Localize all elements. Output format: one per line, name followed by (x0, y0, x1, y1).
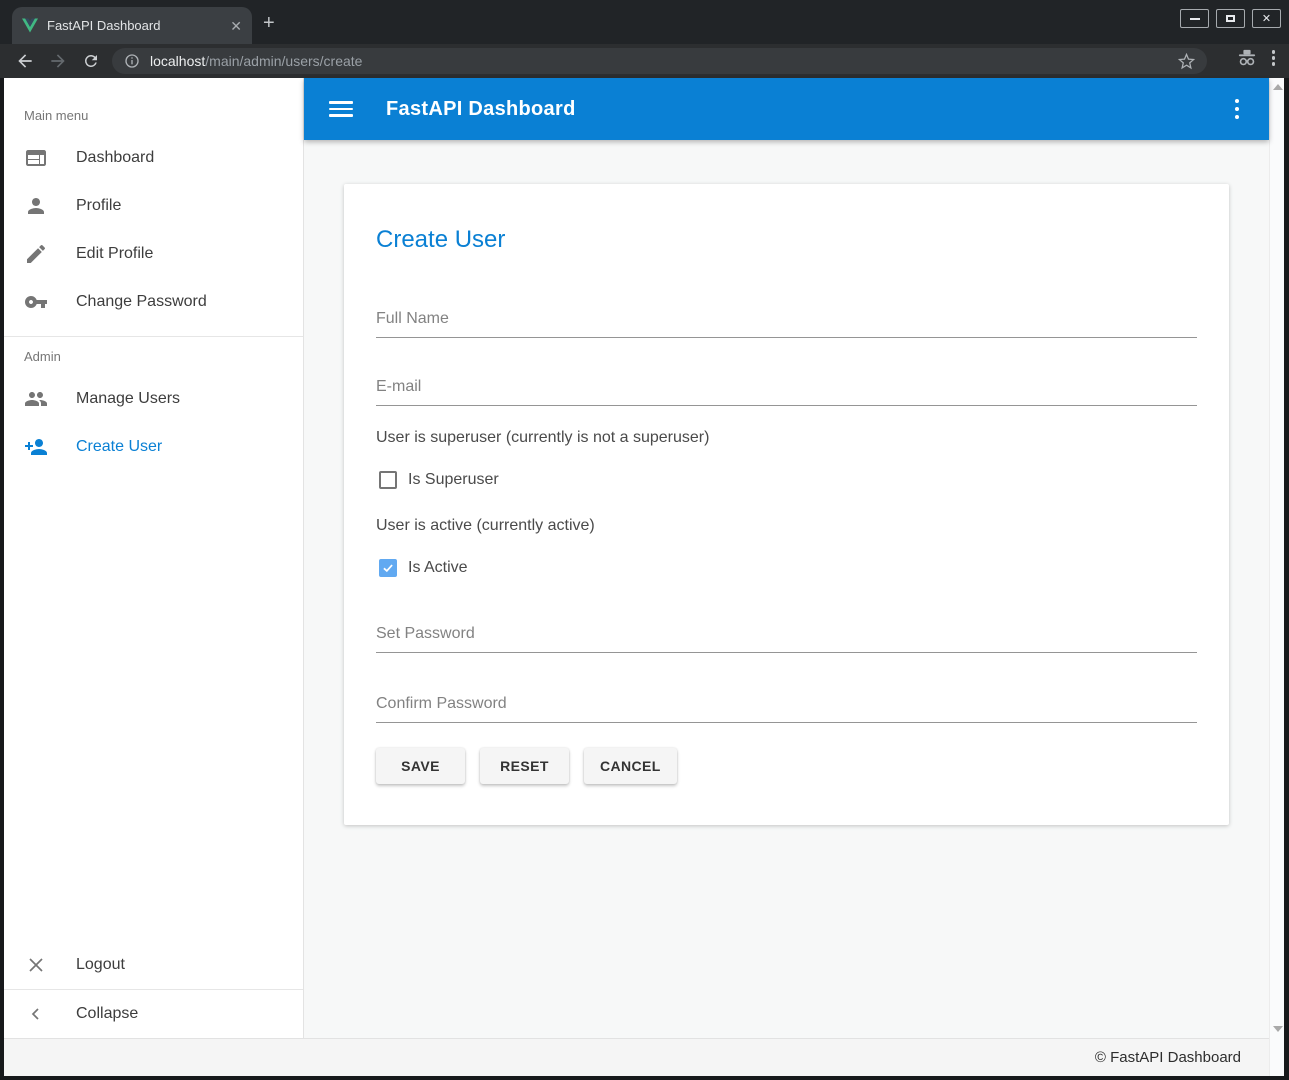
tab-title: FastAPI Dashboard (47, 18, 230, 33)
vue-favicon (22, 18, 38, 33)
full-name-label: Full Name (376, 310, 1197, 328)
incognito-icon (1236, 49, 1258, 67)
sidebar-item-profile[interactable]: Profile (4, 182, 303, 230)
appbar-menu-icon[interactable] (1235, 99, 1240, 120)
sidebar-item-label: Dashboard (76, 149, 154, 167)
email-field[interactable]: E-mail (376, 378, 1197, 406)
appbar: FastAPI Dashboard (304, 78, 1269, 140)
scroll-down-icon[interactable] (1273, 1026, 1283, 1032)
page-content: Main menu Dashboard Profile Edit Profile… (4, 78, 1284, 1076)
sidebar-item-label: Manage Users (76, 390, 180, 408)
superuser-hint: User is superuser (currently is not a su… (376, 429, 1197, 447)
window-maximize-button[interactable] (1216, 9, 1245, 28)
hamburger-menu-icon[interactable] (329, 101, 353, 117)
tab-close-icon[interactable]: ✕ (230, 19, 242, 33)
browser-toolbar: localhost/main/admin/users/create (0, 44, 1289, 78)
copyright-text: © FastAPI Dashboard (1095, 1049, 1241, 1066)
full-name-field[interactable]: Full Name (376, 310, 1197, 338)
sidebar-item-collapse[interactable]: Collapse (4, 990, 303, 1038)
sidebar-item-label: Collapse (76, 1005, 138, 1023)
superuser-checkbox-row[interactable]: Is Superuser (376, 471, 1197, 489)
sidebar: Main menu Dashboard Profile Edit Profile… (4, 78, 304, 1038)
sidebar-item-dashboard[interactable]: Dashboard (4, 134, 303, 182)
reset-button[interactable]: RESET (480, 748, 569, 784)
sidebar-item-label: Logout (76, 956, 125, 974)
browser-menu-icon[interactable] (1272, 50, 1276, 66)
people-icon (24, 387, 48, 411)
window-close-button[interactable]: ✕ (1252, 9, 1281, 28)
browser-tab[interactable]: FastAPI Dashboard ✕ (12, 7, 252, 44)
person-icon (24, 194, 48, 218)
sidebar-item-change-password[interactable]: Change Password (4, 278, 303, 326)
sidebar-item-label: Profile (76, 197, 121, 215)
url-bar[interactable]: localhost/main/admin/users/create (112, 48, 1207, 74)
active-checkbox-label: Is Active (408, 559, 468, 577)
set-password-label: Set Password (376, 625, 1197, 643)
page-title: Create User (376, 226, 1197, 254)
set-password-field[interactable]: Set Password (376, 625, 1197, 653)
sidebar-item-edit-profile[interactable]: Edit Profile (4, 230, 303, 278)
active-checkbox[interactable] (379, 559, 397, 577)
window-minimize-button[interactable] (1180, 9, 1209, 28)
sidebar-item-label: Edit Profile (76, 245, 153, 263)
create-user-card: Create User Full Name E-mail User is sup… (344, 184, 1229, 825)
superuser-checkbox[interactable] (379, 471, 397, 489)
sidebar-item-create-user[interactable]: Create User (4, 423, 303, 471)
person-add-icon (24, 435, 48, 459)
chevron-left-icon (24, 1002, 48, 1026)
appbar-title: FastAPI Dashboard (386, 98, 576, 121)
superuser-checkbox-label: Is Superuser (408, 471, 499, 489)
cancel-button[interactable]: CANCEL (584, 748, 677, 784)
sidebar-item-label: Create User (76, 438, 162, 456)
new-tab-button[interactable]: + (263, 12, 275, 35)
confirm-password-field[interactable]: Confirm Password (376, 695, 1197, 723)
sidebar-item-logout[interactable]: Logout (4, 941, 303, 989)
sidebar-section-main-menu: Main menu (4, 96, 303, 134)
bookmark-star-icon[interactable] (1178, 53, 1195, 70)
key-icon (24, 290, 48, 314)
page-footer: © FastAPI Dashboard (4, 1038, 1269, 1076)
active-checkbox-row[interactable]: Is Active (376, 559, 1197, 577)
sidebar-item-manage-users[interactable]: Manage Users (4, 375, 303, 423)
scrollbar[interactable] (1269, 78, 1284, 1076)
sidebar-section-admin: Admin (4, 337, 303, 375)
email-label: E-mail (376, 378, 1197, 396)
site-info-icon[interactable] (124, 53, 140, 69)
back-button[interactable] (13, 49, 37, 73)
active-hint: User is active (currently active) (376, 517, 1197, 535)
sidebar-item-label: Change Password (76, 293, 207, 311)
scroll-up-icon[interactable] (1273, 84, 1283, 90)
reload-button[interactable] (79, 49, 103, 73)
dashboard-icon (24, 146, 48, 170)
pencil-icon (24, 242, 48, 266)
checkmark-icon (381, 561, 395, 575)
url-text: localhost/main/admin/users/create (150, 53, 1178, 69)
save-button[interactable]: SAVE (376, 748, 465, 784)
confirm-password-label: Confirm Password (376, 695, 1197, 713)
forward-button[interactable] (46, 49, 70, 73)
browser-titlebar: FastAPI Dashboard ✕ + ✕ (0, 0, 1289, 44)
close-icon (24, 953, 48, 977)
